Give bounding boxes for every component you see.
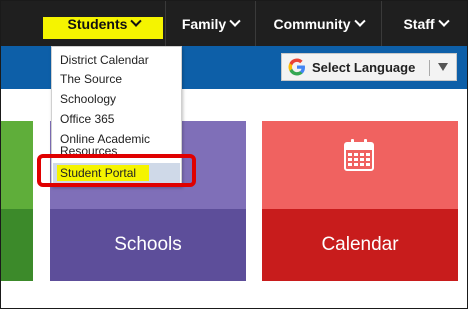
nav-community[interactable]: Community [255,1,381,46]
nav-staff[interactable]: Staff [381,1,467,46]
nav-family-label: Family [181,15,227,32]
top-nav: Students Family Community Staff [1,1,467,46]
tile-partial-bottom[interactable] [1,209,33,281]
nav-students[interactable]: Students [43,1,165,46]
tile-partial-top[interactable] [1,121,33,209]
dropdown-arrow-icon[interactable] [438,63,448,71]
chevron-down-icon [437,15,450,27]
language-select[interactable]: Select Language [281,53,457,81]
nav-family[interactable]: Family [165,1,255,46]
menu-item-office-365[interactable]: Office 365 [60,113,114,125]
language-label: Select Language [312,59,416,75]
google-g-icon [288,58,305,76]
chevron-down-icon [130,15,143,27]
chevron-down-icon [353,15,366,27]
menu-item-the-source[interactable]: The Source [60,73,122,85]
tile-calendar[interactable]: Calendar [262,209,458,281]
menu-item-district-calendar[interactable]: District Calendar [60,54,149,66]
annotation-box [37,154,196,187]
nav-staff-label: Staff [403,15,435,32]
page-frame: Students Family Community Staff Select L… [0,0,468,309]
nav-students-label: Students [67,15,128,32]
tile-schools[interactable]: Schools [50,209,246,281]
chevron-down-icon [229,15,241,27]
menu-item-schoology[interactable]: Schoology [60,93,116,105]
language-separator [429,60,430,76]
tile-calendar-label: Calendar [321,234,399,255]
tile-schools-label: Schools [114,234,182,255]
calendar-icon [344,139,374,171]
nav-community-label: Community [273,15,351,32]
